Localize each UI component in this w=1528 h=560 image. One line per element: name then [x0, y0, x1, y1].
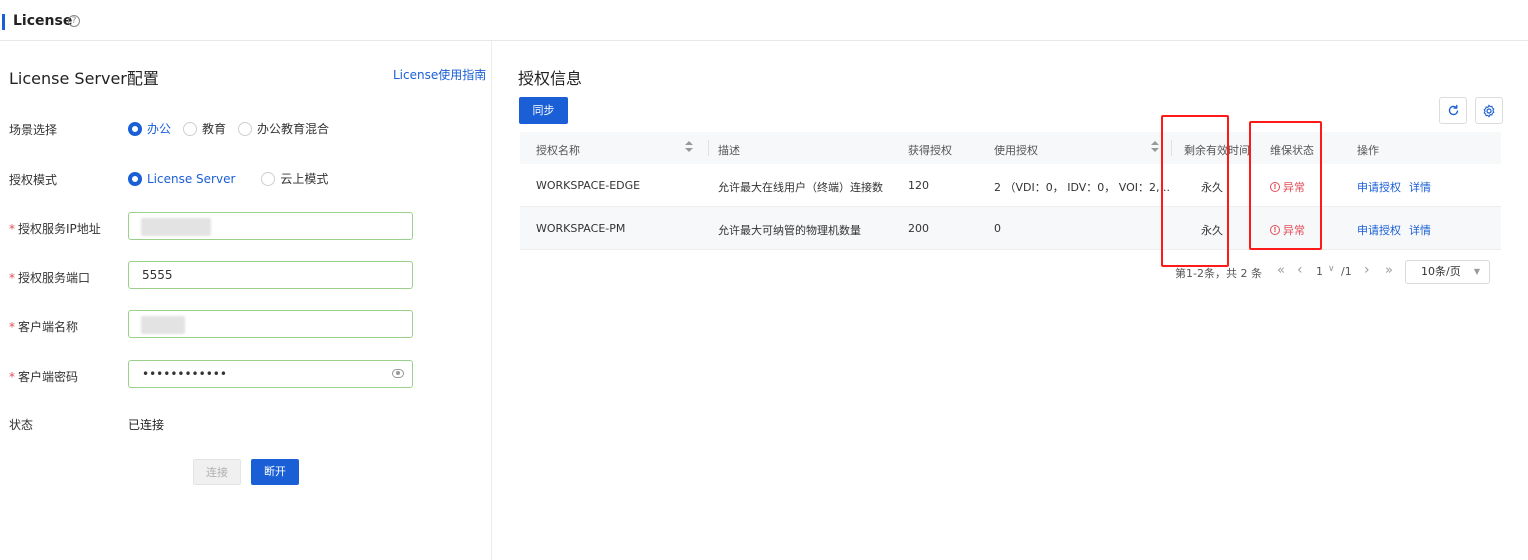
chevron-down-icon: ▼	[1473, 267, 1480, 276]
last-page-icon[interactable]: »	[1385, 263, 1393, 278]
redacted-value	[141, 316, 185, 334]
radio-label: 云上模式	[280, 172, 329, 186]
status-label: 状态	[9, 418, 34, 432]
client-pwd-input[interactable]: ••••••••••••	[128, 360, 413, 388]
cell-desc: 允许最大可纳管的物理机数量	[718, 224, 861, 237]
chevron-down-icon[interactable]: ∨	[1328, 264, 1335, 274]
table-row: WORKSPACE-EDGE 允许最大在线用户（终端）连接数 120 2 （VD…	[520, 164, 1501, 207]
apply-license-link[interactable]: 申请授权	[1357, 224, 1401, 237]
radio-label: 办公	[147, 122, 172, 136]
license-info-panel: 授权信息 同步 授权名称 描述 获得授权 使用授权 剩余有效时间 维保状态 操作…	[493, 41, 1528, 560]
radio-label: 教育	[202, 122, 227, 136]
cell-used: 0	[994, 222, 1001, 235]
mode-radio-group: License Server 云上模式	[128, 170, 340, 187]
highlight-box-remaining	[1161, 115, 1229, 267]
scene-label: 场景选择	[9, 123, 58, 137]
page-title: License	[13, 13, 73, 29]
detail-link[interactable]: 详情	[1409, 224, 1431, 237]
cell-name: WORKSPACE-PM	[536, 222, 626, 235]
radio-dot-icon	[128, 121, 142, 136]
license-guide-link[interactable]: License使用指南	[393, 66, 486, 83]
license-table: 授权名称 描述 获得授权 使用授权 剩余有效时间 维保状态 操作 WORKSPA…	[520, 132, 1501, 250]
mode-label: 授权模式	[9, 173, 58, 187]
required-mark: *	[9, 370, 15, 384]
redacted-value	[141, 218, 211, 236]
page-size-value: 10条/页	[1421, 265, 1461, 278]
ip-label: * 授权服务IP地址	[9, 220, 101, 237]
client-pwd-label-text: 客户端密码	[18, 370, 79, 384]
cell-granted: 200	[908, 222, 929, 235]
radio-label: License Server	[147, 171, 236, 186]
pagination-summary: 第1-2条，共 2 条	[1175, 267, 1262, 280]
table-header: 授权名称 描述 获得授权 使用授权 剩余有效时间 维保状态 操作	[520, 132, 1501, 164]
cell-ops: 申请授权 详情	[1357, 179, 1439, 195]
col-name: 授权名称	[536, 144, 580, 157]
radio-dot-icon	[183, 121, 198, 136]
page-size-select[interactable]: 10条/页 ▼	[1405, 260, 1490, 284]
ip-label-text: 授权服务IP地址	[18, 222, 101, 236]
col-ops: 操作	[1357, 144, 1379, 157]
scene-radio-office[interactable]: 办公	[128, 120, 171, 137]
scene-radio-group: 办公 教育 办公教育混合	[128, 120, 341, 137]
col-used: 使用授权	[994, 144, 1038, 157]
panel-title: License Server配置	[9, 69, 159, 88]
table-row: WORKSPACE-PM 允许最大可纳管的物理机数量 200 0 永久 ! 异常 …	[520, 207, 1501, 250]
disconnect-button[interactable]: 断开	[251, 459, 299, 485]
next-page-icon[interactable]: ›	[1364, 262, 1370, 278]
client-name-label-text: 客户端名称	[18, 320, 79, 334]
cell-ops: 申请授权 详情	[1357, 222, 1439, 238]
client-name-input[interactable]	[128, 310, 413, 338]
eye-icon[interactable]	[392, 369, 404, 378]
radio-dot-icon	[238, 121, 253, 136]
status-value: 已连接	[128, 418, 165, 432]
radio-dot-icon	[128, 171, 142, 186]
col-granted: 获得授权	[908, 144, 952, 157]
cell-granted: 120	[908, 179, 929, 192]
cell-name: WORKSPACE-EDGE	[536, 179, 641, 192]
page-header: License ?	[0, 0, 1528, 41]
panel-title: 授权信息	[518, 69, 583, 88]
password-value: ••••••••••••	[142, 367, 227, 381]
prev-page-icon[interactable]: ‹	[1297, 262, 1303, 278]
radio-label: 办公教育混合	[257, 122, 330, 136]
port-input[interactable]: 5555	[128, 261, 413, 289]
license-server-config-panel: License Server配置 License使用指南 场景选择 办公 教育 …	[0, 41, 492, 560]
scene-radio-mixed[interactable]: 办公教育混合	[238, 120, 329, 137]
port-label: * 授权服务端口	[9, 269, 90, 286]
page-total: /1	[1341, 265, 1352, 278]
mode-radio-license-server[interactable]: License Server	[128, 171, 236, 186]
required-mark: *	[9, 320, 15, 334]
scene-radio-education[interactable]: 教育	[183, 120, 226, 137]
port-label-text: 授权服务端口	[18, 271, 91, 285]
required-mark: *	[9, 222, 15, 236]
ip-input[interactable]	[128, 212, 413, 240]
column-divider	[708, 140, 709, 156]
sync-button[interactable]: 同步	[519, 97, 568, 124]
page-current[interactable]: 1	[1316, 265, 1323, 278]
refresh-icon[interactable]	[1439, 97, 1467, 124]
radio-dot-icon	[261, 171, 276, 186]
col-desc: 描述	[718, 144, 740, 157]
first-page-icon[interactable]: «	[1277, 263, 1285, 278]
required-mark: *	[9, 271, 15, 285]
mode-radio-cloud[interactable]: 云上模式	[261, 170, 328, 187]
client-pwd-label: * 客户端密码	[9, 368, 78, 385]
cell-used: 2 （VDI：0， IDV：0， VOI：2, ...	[994, 181, 1170, 194]
gear-icon[interactable]	[1475, 97, 1503, 124]
sort-icon[interactable]	[685, 141, 693, 153]
apply-license-link[interactable]: 申请授权	[1357, 181, 1401, 194]
question-circle-icon[interactable]: ?	[68, 15, 80, 27]
cell-desc: 允许最大在线用户（终端）连接数	[718, 181, 883, 194]
title-accent-bar	[2, 14, 5, 30]
connect-button[interactable]: 连接	[193, 459, 241, 485]
sort-icon[interactable]	[1151, 141, 1159, 153]
detail-link[interactable]: 详情	[1409, 181, 1431, 194]
highlight-box-maint	[1249, 121, 1322, 250]
client-name-label: * 客户端名称	[9, 318, 78, 335]
